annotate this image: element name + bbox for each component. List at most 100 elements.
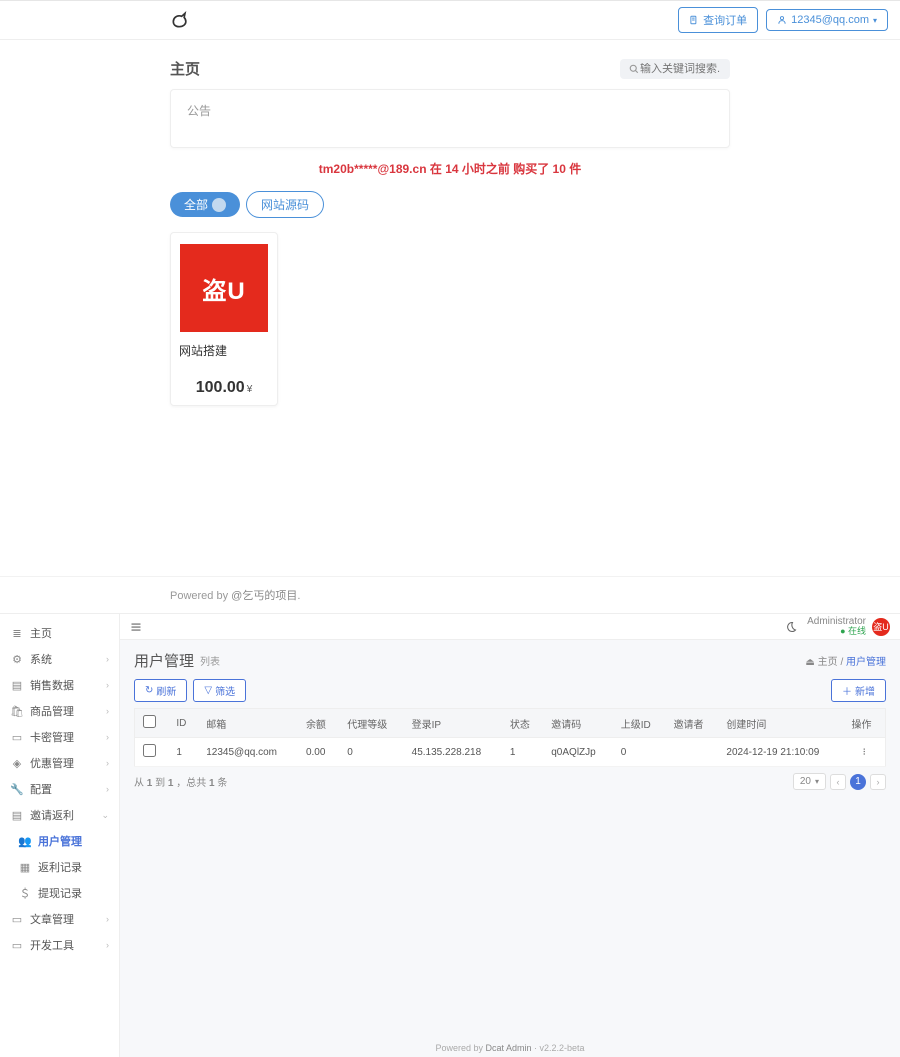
table-row[interactable]: 1 12345@qq.com 0.00 0 45.135.228.218 1 q…: [135, 738, 886, 767]
col-11: 操作: [843, 709, 885, 738]
pagination-summary: 从 1 到 1 ，总共 1 条: [134, 774, 227, 789]
sidebar-item-9[interactable]: ▭开发工具›: [0, 932, 119, 958]
home-icon: ⏏: [805, 657, 814, 668]
breadcrumb: ⏏ 主页 / 用户管理: [805, 653, 886, 668]
content-subtitle: 列表: [200, 653, 220, 668]
chevron-right-icon: ›: [106, 914, 109, 924]
dollar-icon: ＄: [18, 885, 32, 901]
sidebar-subitem-7-1[interactable]: ▦返利记录: [0, 854, 119, 880]
page-number-current[interactable]: 1: [850, 774, 866, 790]
admin-avatar[interactable]: 盗U: [872, 618, 890, 636]
page-title: 主页: [170, 58, 200, 79]
menu-toggle-icon[interactable]: [130, 621, 142, 633]
notice-card: 公告: [170, 89, 730, 148]
sidebar-item-6[interactable]: 🔧配置›: [0, 776, 119, 802]
search-box[interactable]: [620, 59, 730, 79]
chevron-right-icon: ›: [106, 706, 109, 716]
sidebar-item-4[interactable]: ▭卡密管理›: [0, 724, 119, 750]
product-card[interactable]: 盗U 网站搭建 100.00¥: [170, 232, 278, 406]
col-7: 邀请码: [543, 709, 612, 738]
chevron-right-icon: ›: [106, 654, 109, 664]
col-1: ID: [168, 709, 198, 738]
cell-balance: 0.00: [298, 738, 339, 767]
wrench-icon: 🔧: [10, 783, 24, 796]
col-3: 余额: [298, 709, 339, 738]
admin-version: v2.2.2-beta: [540, 1043, 585, 1053]
col-4: 代理等级: [339, 709, 403, 738]
cal-icon: ▦: [18, 861, 32, 874]
cell-status: 1: [502, 738, 543, 767]
cell-actions[interactable]: ⁝: [843, 738, 885, 767]
cell-created-at: 2024-12-19 21:10:09: [718, 738, 843, 767]
sidebar-item-5[interactable]: ◈优惠管理›: [0, 750, 119, 776]
sidebar-item-7[interactable]: ▤邀请返利⌄: [0, 802, 119, 828]
product-name: 网站搭建: [179, 342, 269, 359]
user-menu-button[interactable]: 12345@qq.com ▾: [766, 9, 888, 31]
page-size-select[interactable]: 20 ▾: [793, 773, 826, 790]
refresh-icon: ↻: [145, 685, 153, 696]
table-header-row: ID邮箱余额代理等级登录IP状态邀请码上级ID邀请者创建时间操作: [135, 709, 886, 738]
filter-all[interactable]: 全部: [170, 192, 240, 217]
doc-icon: ▤: [10, 679, 24, 692]
search-icon: [628, 63, 640, 75]
admin-user-block[interactable]: Administrator ● 在线: [807, 616, 866, 637]
cell-login-ip: 45.135.228.218: [404, 738, 502, 767]
col-5: 登录IP: [404, 709, 502, 738]
search-input[interactable]: [640, 63, 720, 75]
diamond-icon: ◈: [10, 757, 24, 770]
sidebar-item-8[interactable]: ▭文章管理›: [0, 906, 119, 932]
filter-row: 全部 网站源码: [170, 191, 730, 218]
filter-button[interactable]: ▽ 筛选: [193, 679, 246, 702]
admin-sidebar: ≣主页⚙系统›▤销售数据›🛍商品管理›▭卡密管理›◈优惠管理›🔧配置›▤邀请返利…: [0, 614, 120, 1057]
check-order-button[interactable]: 查询订单: [678, 7, 758, 33]
chevron-right-icon: ›: [106, 680, 109, 690]
store-footer: Powered by @乞丐的项目.: [0, 576, 900, 613]
refresh-button[interactable]: ↻ 刷新: [134, 679, 187, 702]
toolbar: ↻ 刷新 ▽ 筛选 ＋ 新增: [134, 679, 886, 702]
gear-icon: ⚙: [10, 653, 24, 666]
col-10: 创建时间: [718, 709, 843, 738]
sidebar-item-3[interactable]: 🛍商品管理›: [0, 698, 119, 724]
col-0: [135, 709, 169, 738]
filter-icon: ▽: [204, 685, 212, 696]
chevron-down-icon: ⌄: [101, 810, 109, 821]
check-order-label: 查询订单: [703, 12, 747, 28]
news-icon: ▭: [10, 913, 24, 926]
search-doc-icon: [689, 15, 699, 25]
chevron-right-icon: ›: [106, 732, 109, 742]
cell-invite-code: q0AQlZJp: [543, 738, 612, 767]
chevron-down-icon: ▾: [815, 777, 819, 786]
cell-parent-id: 0: [613, 738, 666, 767]
sidebar-item-1[interactable]: ⚙系统›: [0, 646, 119, 672]
col-2: 邮箱: [198, 709, 298, 738]
sidebar-subitem-7-0[interactable]: 👥用户管理: [0, 828, 119, 854]
admin-panel: ≣主页⚙系统›▤销售数据›🛍商品管理›▭卡密管理›◈优惠管理›🔧配置›▤邀请返利…: [0, 613, 900, 1057]
select-all-checkbox[interactable]: [143, 715, 156, 728]
bars-icon: ≣: [10, 627, 24, 640]
list-icon: ▤: [10, 809, 24, 822]
user-icon: [777, 15, 787, 25]
crumb-home[interactable]: 主页: [818, 657, 838, 668]
row-checkbox[interactable]: [143, 744, 156, 757]
chevron-right-icon: ›: [106, 784, 109, 794]
theme-toggle-icon[interactable]: [785, 621, 797, 633]
new-button[interactable]: ＋ 新增: [831, 679, 886, 702]
chevron-right-icon: ›: [106, 758, 109, 768]
sidebar-item-2[interactable]: ▤销售数据›: [0, 672, 119, 698]
purchase-marquee: tm20b*****@189.cn 在 14 小时之前 购买了 10 件: [170, 160, 730, 177]
cell-email: 12345@qq.com: [198, 738, 298, 767]
store-footer-link[interactable]: @乞丐的项目: [231, 590, 297, 602]
admin-user-status: ● 在线: [807, 627, 866, 637]
prev-page-button[interactable]: ‹: [830, 774, 846, 790]
chevron-right-icon: ›: [106, 940, 109, 950]
sidebar-item-0[interactable]: ≣主页: [0, 620, 119, 646]
next-page-button[interactable]: ›: [870, 774, 886, 790]
user-email-label: 12345@qq.com: [791, 14, 869, 26]
store-topbar: 查询订单 12345@qq.com ▾: [0, 0, 900, 40]
logo-icon: [170, 10, 190, 30]
col-8: 上级ID: [613, 709, 666, 738]
filter-source-code[interactable]: 网站源码: [246, 191, 324, 218]
admin-footer-link[interactable]: Dcat Admin: [485, 1043, 531, 1053]
sidebar-subitem-7-2[interactable]: ＄提现记录: [0, 880, 119, 906]
table-footer: 从 1 到 1 ，总共 1 条 20 ▾ ‹ 1 ›: [134, 773, 886, 790]
